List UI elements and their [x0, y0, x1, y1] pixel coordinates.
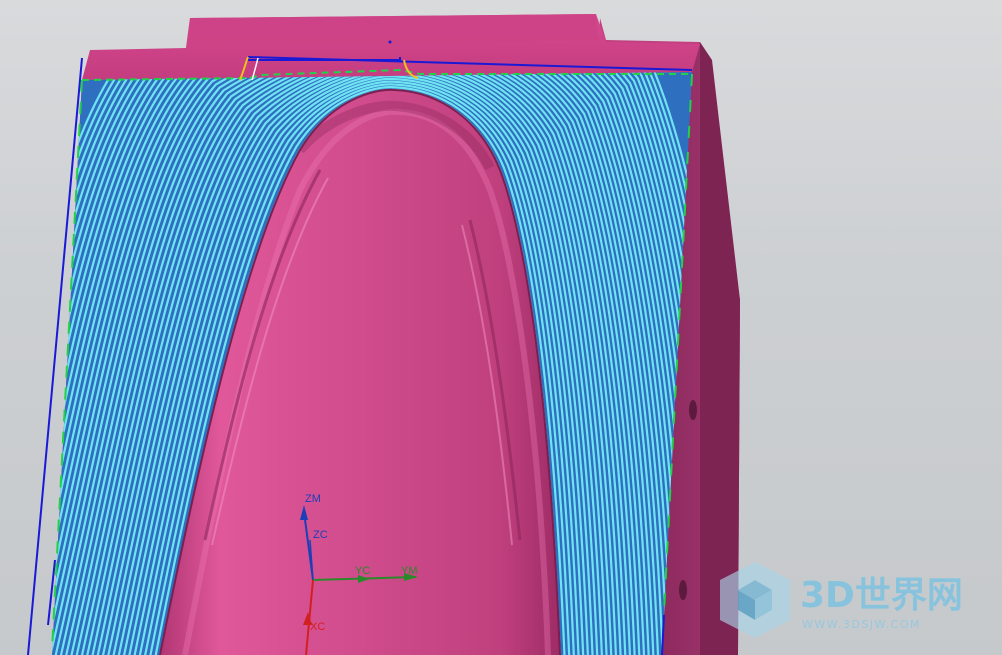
yc-label: YC: [355, 565, 370, 577]
cad-model-scene[interactable]: ZM ZC YC YM XC 3D世界网 WWW.3DSJW.COM: [0, 0, 1002, 655]
part-side-face-right: [700, 42, 740, 655]
watermark-brand: 3D世界网: [800, 575, 963, 616]
origin-marker-dot: [388, 40, 392, 44]
watermark: 3D世界网 WWW.3DSJW.COM: [720, 562, 963, 638]
side-hole-lower: [679, 580, 687, 600]
watermark-url: WWW.3DSJW.COM: [802, 618, 921, 631]
ym-label: YM: [401, 565, 418, 577]
side-hole-upper: [689, 400, 697, 420]
zc-label: ZC: [313, 529, 328, 541]
zm-label: ZM: [305, 493, 321, 505]
xc-label: XC: [310, 621, 325, 633]
graphics-viewport[interactable]: ZM ZC YC YM XC 3D世界网 WWW.3DSJW.COM: [0, 0, 1002, 655]
